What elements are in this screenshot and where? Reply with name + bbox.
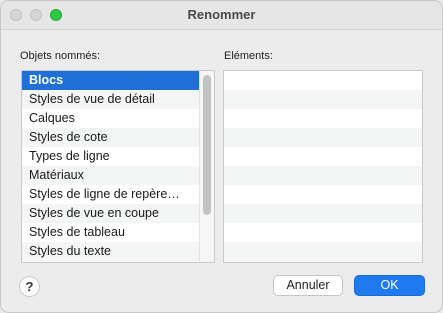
- list-item[interactable]: Styles de ligne de repère…: [22, 185, 214, 204]
- list-item[interactable]: Styles de tableau: [22, 223, 214, 242]
- title-bar: Renommer: [1, 1, 442, 30]
- cancel-button[interactable]: Annuler: [273, 275, 343, 296]
- window-title: Renommer: [187, 7, 256, 22]
- empty-row: [224, 166, 422, 185]
- scrollbar-thumb[interactable]: [203, 75, 211, 215]
- empty-row: [224, 223, 422, 242]
- named-objects-label: Objets nommés:: [20, 50, 101, 62]
- empty-row: [224, 185, 422, 204]
- empty-row: [224, 71, 422, 90]
- list-item[interactable]: Types de ligne: [22, 147, 214, 166]
- list-item[interactable]: Styles de vue de détail: [22, 90, 214, 109]
- list-item[interactable]: Blocs: [22, 71, 214, 90]
- empty-row: [224, 128, 422, 147]
- empty-row: [224, 147, 422, 166]
- empty-row: [224, 109, 422, 128]
- ok-button[interactable]: OK: [354, 275, 425, 296]
- list-item[interactable]: Styles de cote: [22, 128, 214, 147]
- elements-list[interactable]: [223, 70, 423, 263]
- list-item[interactable]: Styles de vue en coupe: [22, 204, 214, 223]
- rename-dialog: Renommer Objets nommés: Eléments: Blocs …: [0, 0, 443, 313]
- empty-row: [224, 204, 422, 223]
- empty-row: [224, 242, 422, 261]
- named-objects-list[interactable]: Blocs Styles de vue de détail Calques St…: [21, 70, 215, 263]
- help-button[interactable]: ?: [19, 276, 40, 297]
- list-item[interactable]: Styles du texte: [22, 242, 214, 261]
- list-item[interactable]: Matériaux: [22, 166, 214, 185]
- elements-label: Eléments:: [224, 50, 273, 62]
- list-item[interactable]: Calques: [22, 109, 214, 128]
- empty-row: [224, 90, 422, 109]
- list-scrollbar[interactable]: [199, 71, 214, 262]
